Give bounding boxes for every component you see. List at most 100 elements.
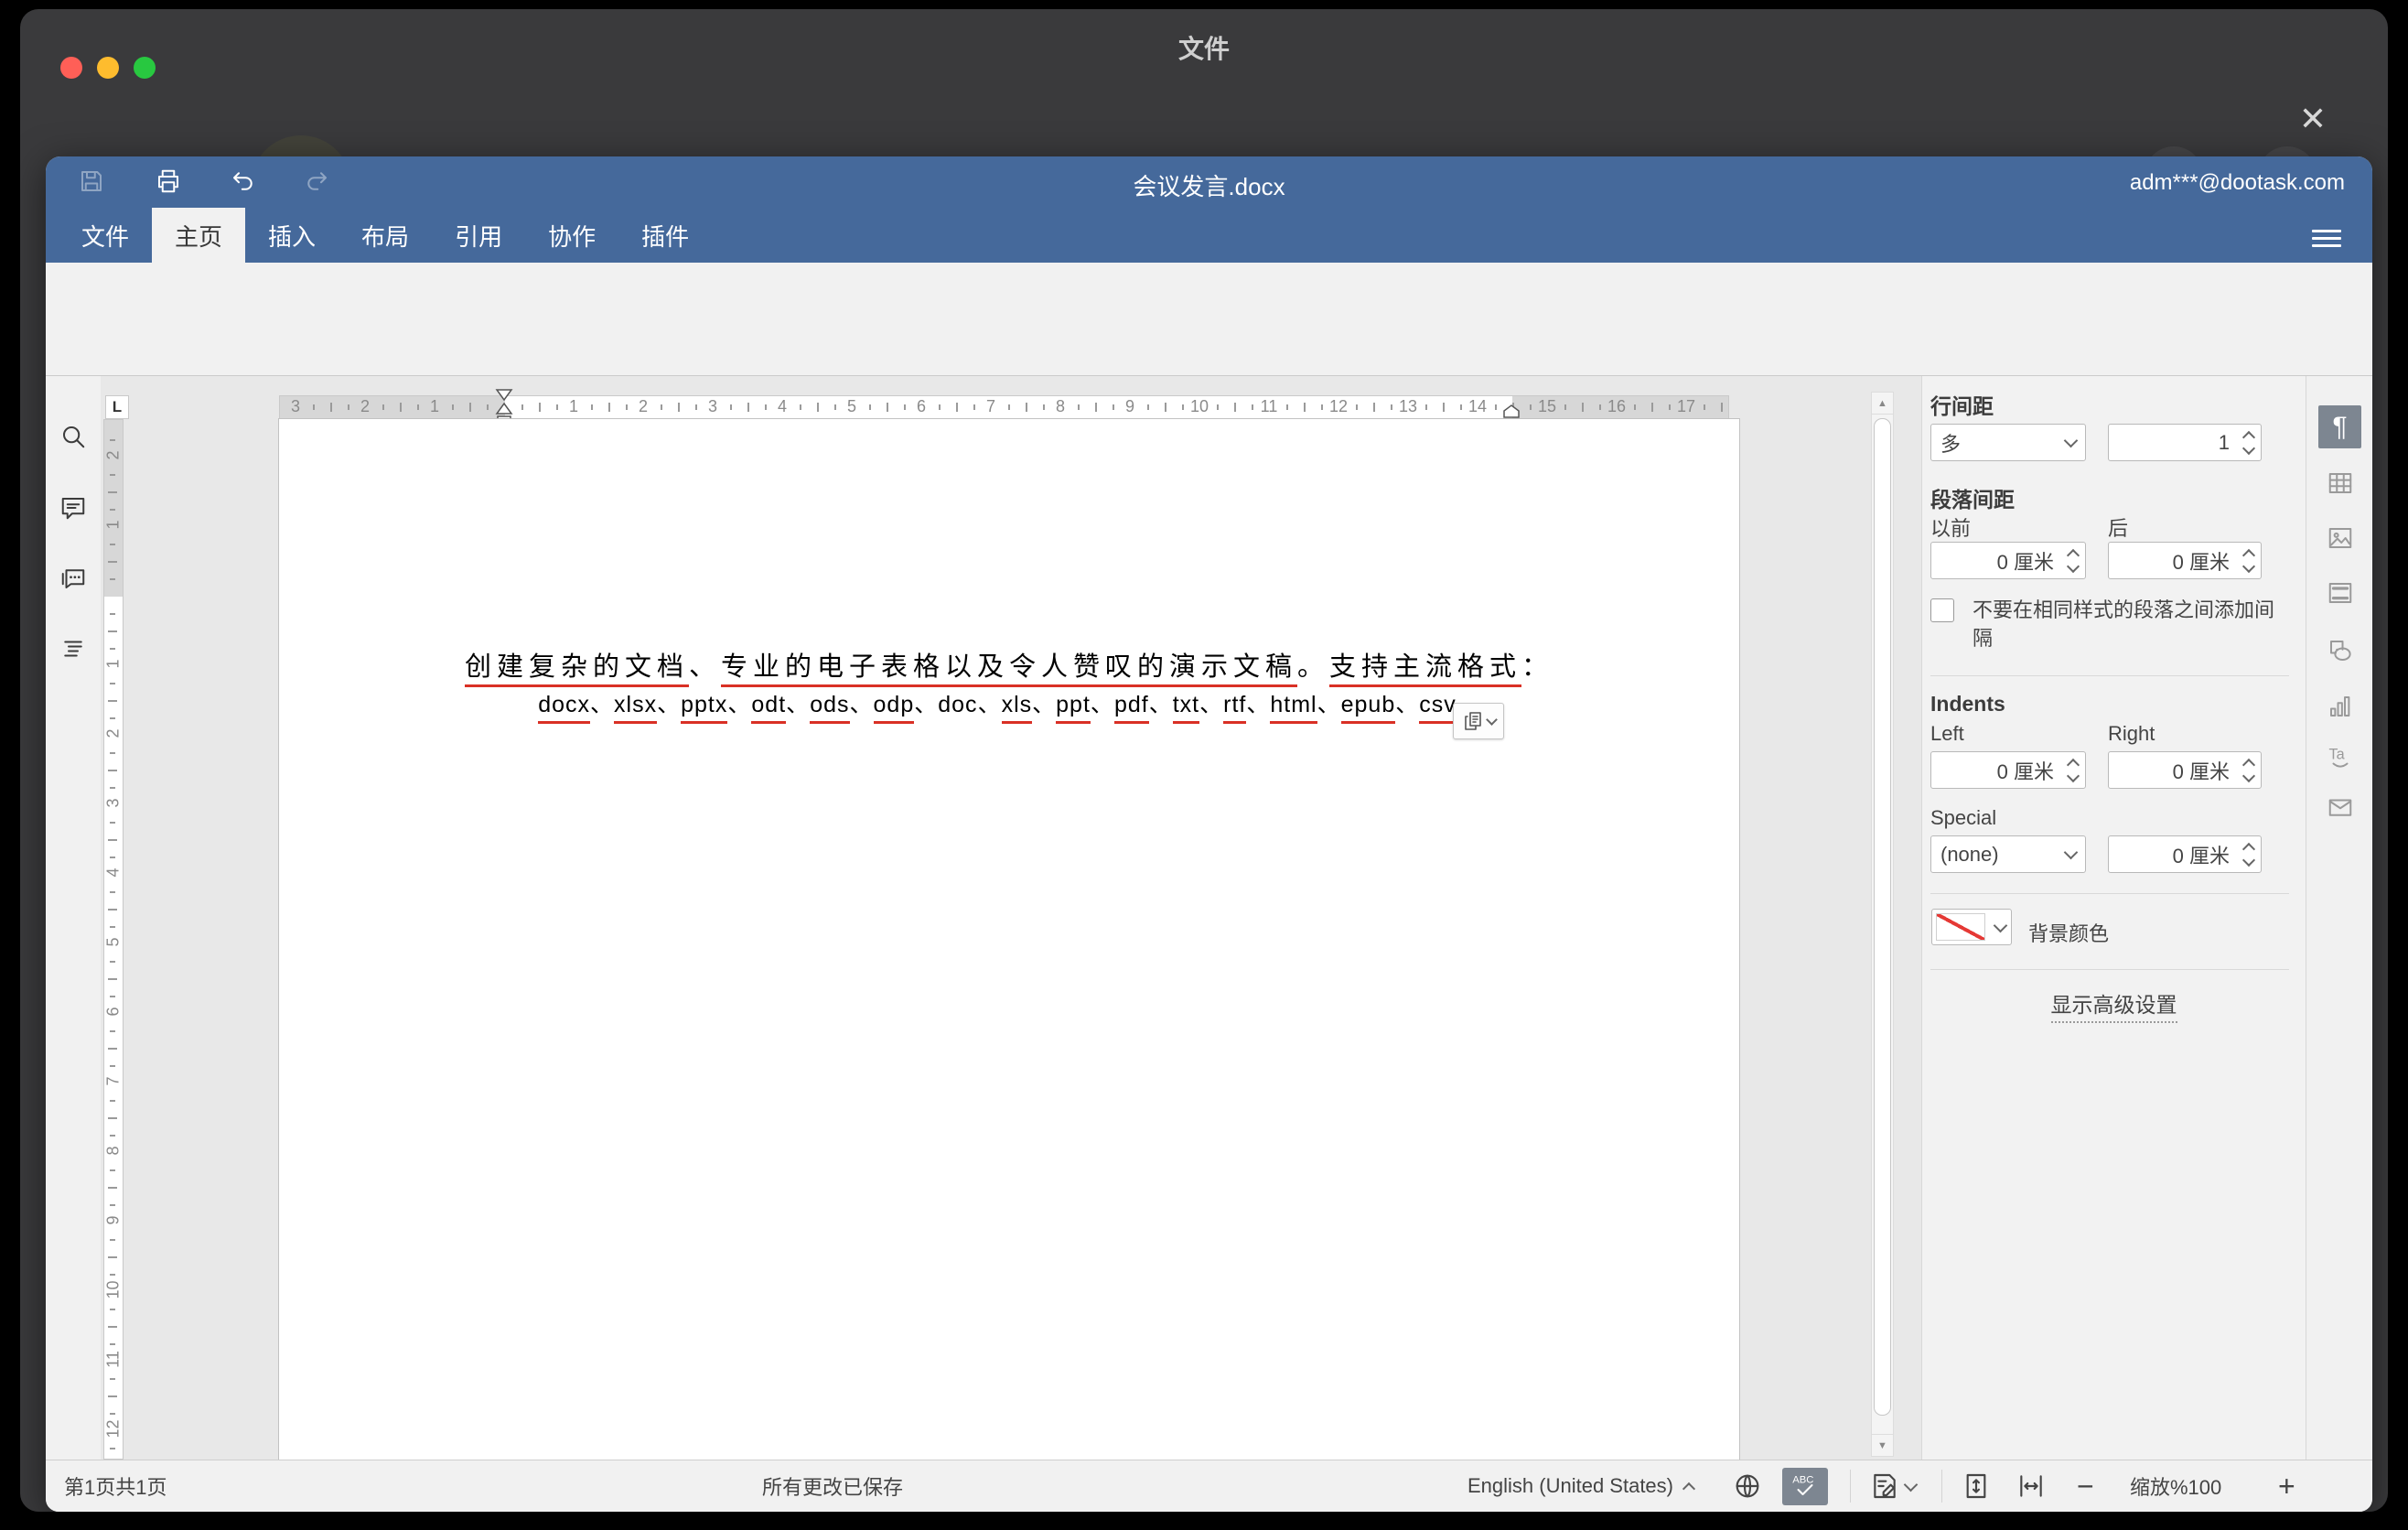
indents-label: Indents bbox=[1930, 692, 2005, 717]
spacing-before-spinner[interactable]: 0 厘米 bbox=[1930, 542, 2086, 579]
header-footer-icon bbox=[2327, 579, 2354, 607]
ruler-number: 9 bbox=[1121, 397, 1139, 416]
fit-width-button[interactable] bbox=[2016, 1460, 2046, 1512]
ruler-tick bbox=[110, 1448, 115, 1449]
ruler-tick bbox=[1443, 403, 1445, 412]
indent-right-spinner[interactable]: 0 厘米 bbox=[2108, 751, 2262, 789]
page-number-status[interactable]: 第1页共1页 bbox=[64, 1460, 167, 1512]
scrollbar-up-arrow[interactable]: ▲ bbox=[1871, 392, 1894, 415]
document-text-segment: 、 bbox=[1395, 689, 1419, 721]
ruler-tick bbox=[110, 1309, 115, 1310]
close-icon[interactable]: ✕ bbox=[2295, 101, 2331, 137]
no-space-between-checkbox[interactable] bbox=[1930, 598, 1954, 622]
ruler-tick bbox=[108, 700, 117, 702]
special-amount-spinner[interactable]: 0 厘米 bbox=[2108, 835, 2262, 873]
ruler-tick bbox=[417, 404, 419, 410]
background-color-label: 背景颜色 bbox=[2028, 918, 2109, 947]
ruler-number: 4 bbox=[104, 864, 124, 882]
ruler-tick bbox=[869, 404, 871, 410]
panel-divider bbox=[1930, 675, 2289, 676]
comments-button[interactable] bbox=[58, 493, 89, 524]
tab-layout[interactable]: 布局 bbox=[339, 208, 432, 263]
zoom-out-button[interactable]: − bbox=[2077, 1460, 2094, 1512]
ruler-number: 7 bbox=[104, 1072, 124, 1091]
background-color-picker[interactable] bbox=[1931, 909, 2012, 945]
ruler-tick bbox=[1582, 403, 1584, 412]
tab-collaboration[interactable]: 协作 bbox=[525, 208, 618, 263]
ruler-tick bbox=[108, 1048, 117, 1050]
editor-header: 会议发言.docx adm***@dootask.com bbox=[46, 156, 2372, 208]
chat-button[interactable] bbox=[58, 564, 89, 595]
ruler-tick bbox=[1113, 404, 1114, 410]
zoom-in-button[interactable]: + bbox=[2278, 1460, 2295, 1512]
ruler-tick bbox=[110, 1274, 115, 1276]
ruler-number: 3 bbox=[104, 794, 124, 813]
language-selector[interactable]: English (United States) bbox=[1467, 1460, 1693, 1512]
search-button[interactable] bbox=[58, 422, 89, 453]
navigation-button[interactable] bbox=[58, 634, 89, 665]
tab-file[interactable]: 文件 bbox=[59, 208, 152, 263]
ruler-tick bbox=[108, 561, 117, 563]
spinner-arrows-icon[interactable] bbox=[2069, 752, 2078, 788]
special-select[interactable]: (none) bbox=[1930, 835, 2086, 873]
ruler-tick bbox=[1252, 404, 1253, 410]
ruler-tick bbox=[1704, 404, 1705, 410]
ruler-tick bbox=[1078, 404, 1080, 410]
tab-stop-selector[interactable]: L bbox=[105, 395, 129, 419]
document-text-segment: 、 bbox=[1149, 689, 1173, 721]
panel-divider bbox=[1930, 893, 2289, 894]
line-spacing-select[interactable]: 多 bbox=[1930, 424, 2086, 461]
ruler-tick bbox=[110, 683, 115, 684]
ruler-tick bbox=[887, 403, 888, 412]
fit-page-button[interactable] bbox=[1962, 1460, 1991, 1512]
tab-plugins[interactable]: 插件 bbox=[618, 208, 712, 263]
ruler-tick bbox=[904, 404, 906, 410]
document-text-segment: 、 bbox=[978, 689, 1002, 721]
ruler-number: 1 bbox=[564, 397, 583, 416]
paragraph-settings-button[interactable]: ¶ bbox=[2318, 405, 2361, 448]
ruler-number: 3 bbox=[286, 397, 305, 416]
track-changes-button[interactable] bbox=[1870, 1460, 1916, 1512]
spinner-arrows-icon[interactable] bbox=[2244, 425, 2253, 460]
scrollbar-down-arrow[interactable]: ▼ bbox=[1871, 1434, 1894, 1457]
ruler-tick bbox=[591, 404, 593, 410]
ruler-number: 16 bbox=[1607, 397, 1626, 416]
indent-left-spinner[interactable]: 0 厘米 bbox=[1930, 751, 2086, 789]
ruler-tick bbox=[108, 839, 117, 841]
document-text-segment: txt bbox=[1173, 689, 1199, 724]
spell-check-toggle[interactable]: ABC bbox=[1782, 1468, 1828, 1505]
document-text-segment: 、 bbox=[1199, 689, 1223, 721]
line-spacing-amount-spinner[interactable]: 1 bbox=[2108, 424, 2262, 461]
spacing-after-spinner[interactable]: 0 厘米 bbox=[2108, 542, 2262, 579]
mail-merge-settings-button[interactable] bbox=[2324, 792, 2357, 824]
table-settings-button[interactable] bbox=[2324, 468, 2357, 501]
scrollbar-thumb[interactable] bbox=[1874, 418, 1891, 1416]
ruler-tick bbox=[608, 403, 610, 412]
editor-modal: 会议发言.docx adm***@dootask.com 文件 主页 插入 布局… bbox=[46, 156, 2372, 1512]
header-footer-settings-button[interactable] bbox=[2324, 577, 2357, 610]
text-art-settings-button[interactable]: Ta bbox=[2324, 741, 2357, 774]
right-indent-marker[interactable] bbox=[1502, 404, 1521, 419]
image-settings-button[interactable] bbox=[2324, 523, 2357, 555]
ruler-tick bbox=[108, 1395, 117, 1397]
spinner-arrows-icon[interactable] bbox=[2244, 543, 2253, 578]
tab-home[interactable]: 主页 bbox=[152, 208, 245, 263]
spinner-arrows-icon[interactable] bbox=[2244, 752, 2253, 788]
show-advanced-settings-link[interactable]: 显示高级设置 bbox=[2051, 987, 2177, 1023]
tab-insert[interactable]: 插入 bbox=[245, 208, 339, 263]
ruler-tick bbox=[110, 996, 115, 997]
envelope-icon bbox=[2327, 793, 2354, 821]
document-title: 会议发言.docx bbox=[46, 168, 2372, 202]
chart-settings-button[interactable] bbox=[2324, 691, 2357, 724]
document-language-button[interactable] bbox=[1733, 1460, 1762, 1512]
document-page[interactable]: 创建复杂的文档、专业的电子表格以及令人赞叹的演示文稿。支持主流格式： docx、… bbox=[279, 419, 1739, 1460]
ruler-tick bbox=[110, 1204, 115, 1206]
shape-settings-button[interactable] bbox=[2324, 635, 2357, 668]
hamburger-menu-icon[interactable] bbox=[2312, 225, 2341, 245]
save-status: 所有更改已保存 bbox=[762, 1460, 903, 1512]
tab-references[interactable]: 引用 bbox=[432, 208, 525, 263]
paste-options-button[interactable] bbox=[1453, 703, 1504, 739]
spinner-arrows-icon[interactable] bbox=[2244, 836, 2253, 872]
ruler-tick bbox=[110, 1169, 115, 1171]
spinner-arrows-icon[interactable] bbox=[2069, 543, 2078, 578]
